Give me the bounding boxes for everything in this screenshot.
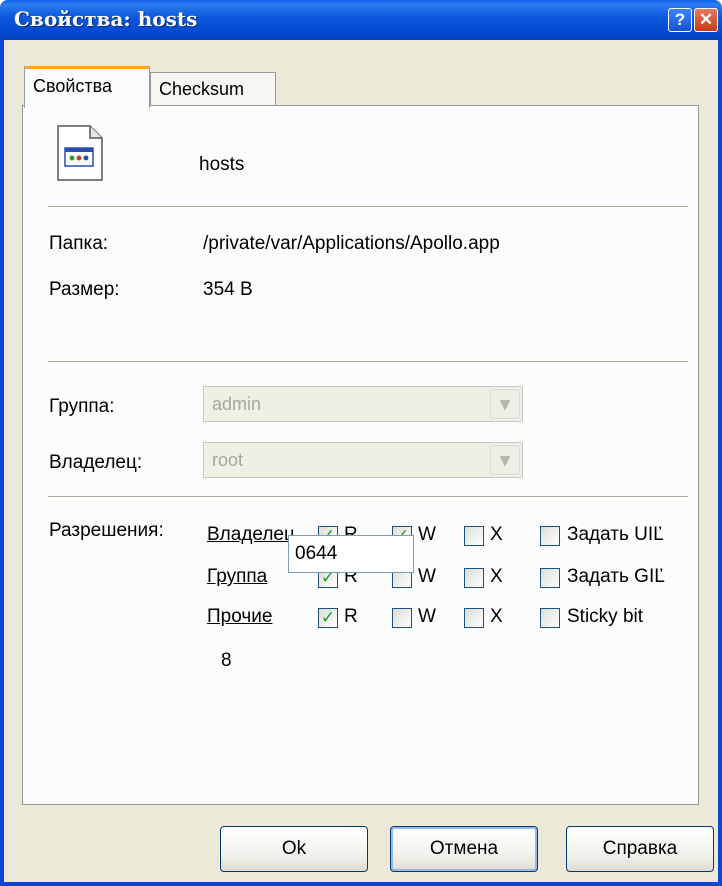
group-select-value: admin xyxy=(212,394,262,414)
tab-checksum[interactable]: Checksum xyxy=(150,72,276,106)
title-bar[interactable]: Свойства: hosts ? ✕ xyxy=(0,0,722,40)
perm-row-owner-label: Владелец xyxy=(207,524,295,545)
chevron-down-icon[interactable]: ▼ xyxy=(490,389,520,419)
cancel-button[interactable]: Отмена xyxy=(390,826,538,872)
perm-row-group-label: Группа xyxy=(207,566,268,587)
owner-exec-checkbox[interactable] xyxy=(464,526,484,546)
owner-select[interactable]: root ▼ xyxy=(203,442,523,478)
owner-label: Владелец: xyxy=(49,452,143,473)
group-exec-checkbox[interactable] xyxy=(464,568,484,588)
file-document-icon xyxy=(57,125,103,181)
size-label: Размер: xyxy=(49,279,120,300)
window-title: Свойства: hosts xyxy=(14,7,198,31)
size-value: 354 B xyxy=(203,279,253,300)
x-label: X xyxy=(490,606,503,627)
tab-checksum-label: Checksum xyxy=(159,79,245,99)
properties-panel: hosts Папка: /private/var/Applications/A… xyxy=(22,105,699,805)
folder-value: /private/var/Applications/Apollo.app xyxy=(203,233,500,254)
divider xyxy=(48,496,688,498)
divider xyxy=(48,361,688,363)
close-icon-button[interactable]: ✕ xyxy=(694,8,718,32)
octal-base-label: 8 xyxy=(221,650,232,671)
x-label: X xyxy=(490,524,503,545)
group-select[interactable]: admin ▼ xyxy=(203,386,523,422)
group-label: Группа: xyxy=(49,396,115,417)
x-label: X xyxy=(490,566,503,587)
perm-row-others-label: Прочие xyxy=(207,606,273,627)
r-label: R xyxy=(344,606,358,627)
owner-select-value: root xyxy=(212,450,244,470)
chevron-down-icon[interactable]: ▼ xyxy=(490,445,520,475)
ok-button[interactable]: Ok xyxy=(220,826,368,872)
folder-label: Папка: xyxy=(49,233,109,254)
divider xyxy=(48,206,688,208)
sticky-bit-checkbox[interactable] xyxy=(540,608,560,628)
help-icon-button[interactable]: ? xyxy=(668,8,692,32)
set-gid-label: Задать GIĽ xyxy=(567,566,665,587)
set-gid-checkbox[interactable] xyxy=(540,568,560,588)
others-write-checkbox[interactable] xyxy=(392,608,412,628)
permissions-label: Разрешения: xyxy=(49,520,164,541)
help-button[interactable]: Справка xyxy=(566,826,714,872)
set-uid-checkbox[interactable] xyxy=(540,526,560,546)
others-exec-checkbox[interactable] xyxy=(464,608,484,628)
tab-properties[interactable]: Свойства xyxy=(24,66,150,108)
w-label: W xyxy=(418,606,436,627)
w-label: W xyxy=(418,524,436,545)
octal-permissions-input[interactable] xyxy=(288,535,414,573)
file-name: hosts xyxy=(199,154,245,175)
others-read-checkbox[interactable]: ✓ xyxy=(318,608,338,628)
w-label: W xyxy=(418,566,436,587)
sticky-bit-label: Sticky bit xyxy=(567,606,644,627)
tab-properties-label: Свойства xyxy=(33,76,113,96)
set-uid-label: Задать UIĽ xyxy=(567,524,664,545)
